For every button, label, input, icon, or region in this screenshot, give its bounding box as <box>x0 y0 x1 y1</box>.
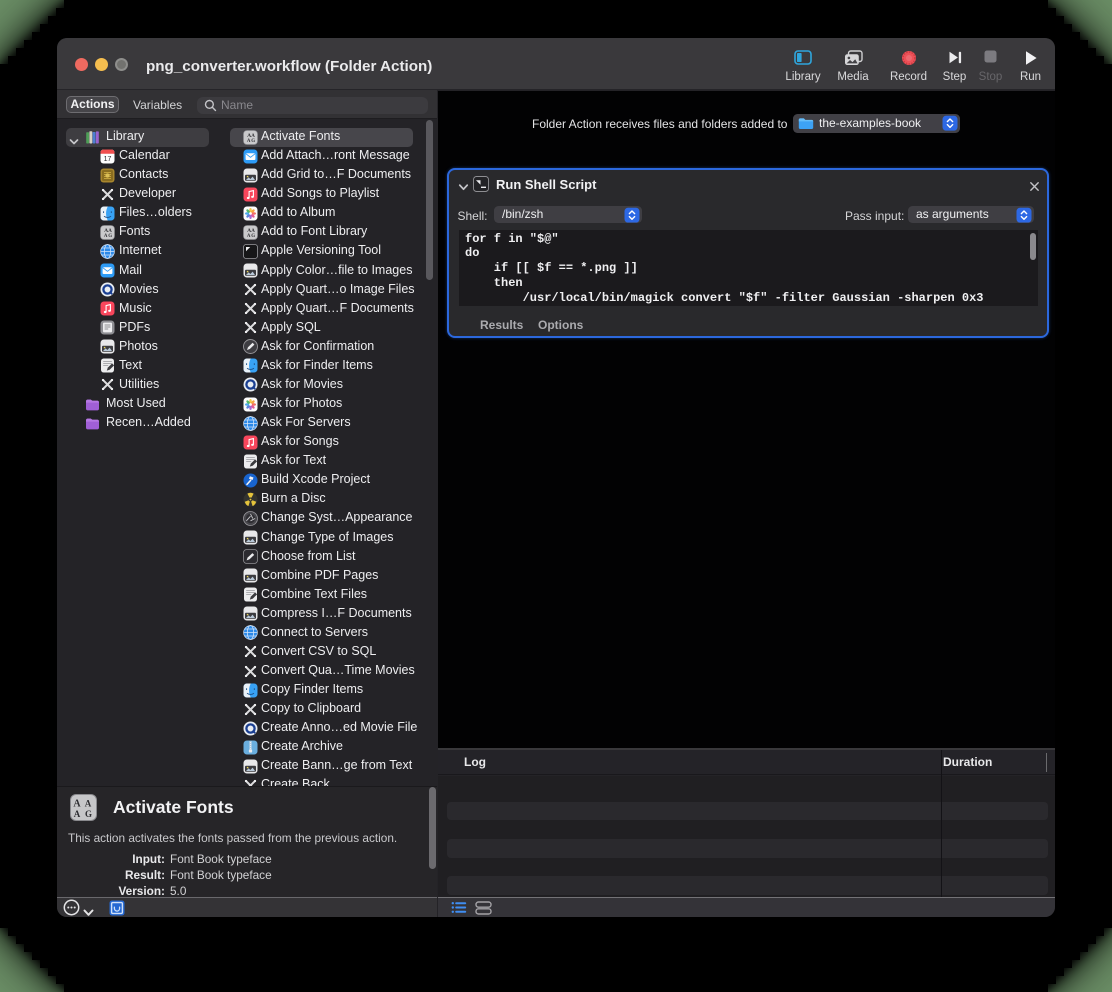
svg-text:17: 17 <box>104 156 112 163</box>
svg-text:G: G <box>85 809 92 819</box>
svg-text:A: A <box>73 799 81 810</box>
svg-text:A: A <box>108 229 112 234</box>
svg-text:A: A <box>247 139 251 144</box>
svg-text:A: A <box>247 234 251 239</box>
svg-text:G: G <box>251 139 255 144</box>
svg-text:G: G <box>108 234 112 239</box>
svg-text:A: A <box>251 229 255 234</box>
svg-text:A: A <box>104 234 108 239</box>
svg-text:A: A <box>74 809 81 819</box>
svg-text:A: A <box>85 799 92 809</box>
svg-text:A: A <box>251 133 255 138</box>
svg-text:G: G <box>251 234 255 239</box>
